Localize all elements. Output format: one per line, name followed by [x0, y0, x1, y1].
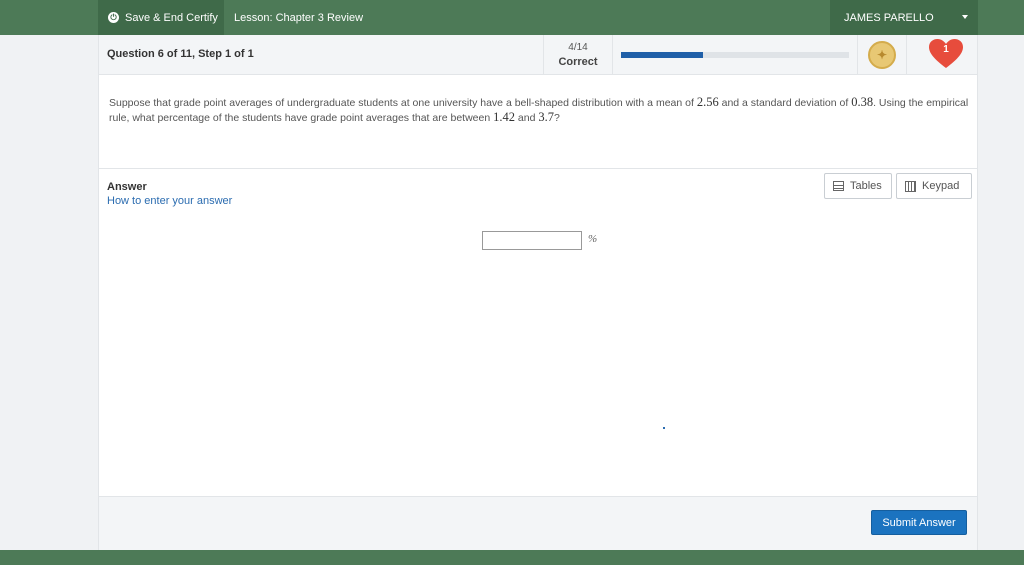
tables-label: Tables	[850, 180, 882, 192]
save-end-certify-label: Save & End Certify	[125, 11, 218, 24]
progress-bar	[621, 52, 849, 58]
question-step-text: Question 6 of 11, Step 1 of 1	[107, 48, 254, 60]
answer-label: Answer	[107, 181, 147, 193]
bottom-bar	[0, 550, 1024, 565]
save-end-certify-button[interactable]: ⏻ Save & End Certify	[98, 0, 224, 35]
question-text-part: Suppose that grade point averages of und…	[109, 97, 697, 109]
percent-unit: %	[588, 233, 598, 245]
answer-input[interactable]	[482, 231, 582, 250]
question-text-part: and a standard deviation of	[718, 97, 852, 109]
math-high: 3.7	[538, 110, 554, 124]
top-bar: ⏻ Save & End Certify Lesson: Chapter 3 R…	[0, 0, 1024, 35]
math-low: 1.42	[493, 110, 515, 124]
math-mean: 2.56	[696, 95, 719, 109]
card-footer: Submit Answer	[99, 496, 977, 550]
question-header: Question 6 of 11, Step 1 of 1 4/14 Corre…	[99, 35, 977, 75]
how-to-enter-answer-link[interactable]: How to enter your answer	[107, 195, 232, 207]
coin-badge-area: ✦	[857, 35, 907, 75]
score-status: Correct	[558, 56, 598, 68]
tables-button[interactable]: Tables	[824, 173, 892, 199]
user-name: JAMES PARELLO	[844, 11, 934, 24]
lives-area: 1	[907, 35, 977, 75]
progress-bar-fill	[621, 52, 704, 58]
keypad-label: Keypad	[922, 180, 960, 192]
calculator-icon	[905, 180, 916, 192]
caret-down-icon	[962, 15, 968, 19]
math-sd: 0.38	[851, 95, 874, 109]
section-divider	[99, 168, 977, 169]
lesson-title: Lesson: Chapter 3 Review	[234, 11, 364, 24]
submit-answer-button[interactable]: Submit Answer	[871, 510, 967, 535]
power-icon: ⏻	[108, 12, 119, 23]
question-text-part: and	[514, 112, 539, 124]
user-menu[interactable]: JAMES PARELLO	[830, 0, 978, 35]
question-text: Suppose that grade point averages of und…	[109, 95, 969, 125]
lives-count: 1	[943, 44, 949, 55]
coin-badge-icon: ✦	[868, 41, 896, 69]
score-box: 4/14 Correct	[543, 35, 613, 75]
table-icon	[833, 181, 844, 191]
keypad-button[interactable]: Keypad	[896, 173, 972, 199]
stray-dot	[663, 427, 665, 429]
score-value: 4/14	[568, 42, 588, 53]
question-text-part: ?	[553, 112, 560, 124]
question-card: Question 6 of 11, Step 1 of 1 4/14 Corre…	[98, 35, 978, 550]
top-bar-inner: ⏻ Save & End Certify Lesson: Chapter 3 R…	[98, 0, 978, 35]
